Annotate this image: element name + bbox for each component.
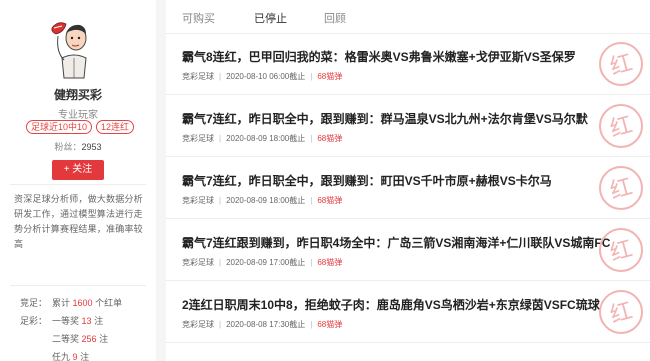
article-deadline: 2020-08-09 18:00截止 <box>226 134 306 143</box>
article-item[interactable]: 霸气7连红，昨日职全中，跟到赚到：町田VS千叶市原+赫根VS卡尔马 竞彩足球 | 2… <box>166 159 650 219</box>
article-deadline: 2020-08-10 06:00截止 <box>226 72 306 81</box>
fans-count: 粉丝：2953 <box>0 140 156 153</box>
stat-value: 二等奖 256 注 <box>52 330 108 348</box>
tab-review[interactable]: 回顾 <box>324 10 346 26</box>
red-stamp-icon: 红 <box>599 104 643 148</box>
article-title[interactable]: 霸气7连红，昨日职全中，跟到赚到：町田VS千叶市原+赫根VS卡尔马 <box>182 172 642 189</box>
tab-bar: 可购买 已停止 回顾 <box>166 0 650 34</box>
badge-streak: 12连红 <box>96 120 135 134</box>
article-price: 68猫弹 <box>317 134 343 143</box>
article-category: 竞彩足球 <box>182 258 214 267</box>
user-title: 专业玩家 <box>58 110 98 121</box>
stat-prefix: 一等奖 <box>52 316 80 326</box>
stat-value: 一等奖 13 注 <box>52 312 103 330</box>
stat-number: 9 <box>72 352 78 361</box>
stat-value: 累计 1600 个红单 <box>52 294 122 312</box>
user-intro: 资深足球分析师，做大数据分析研发工作，通过模型算法进行走势分析计算赛程结果，准确… <box>14 194 143 249</box>
article-item[interactable]: 2连红日职周末10中8，拒绝蚊子肉：鹿岛鹿角VS鸟栖沙岩+东京绿茵VSFC琉球 … <box>166 283 650 343</box>
profile-panel: 健翔买彩 专业玩家 足球近10中10 12连红 粉丝：2953 + 关注 资深足… <box>0 0 156 361</box>
fans-label: 粉丝： <box>54 142 82 152</box>
red-stamp-icon: 红 <box>599 42 643 86</box>
article-price: 68猫弹 <box>317 320 343 329</box>
article-meta: 竞彩足球 | 2020-08-09 18:00截止 | 68猫弹 <box>182 195 342 206</box>
avatar[interactable] <box>48 14 100 80</box>
stat-prefix: 二等奖 <box>52 334 80 344</box>
stat-value: 任九 9 注 <box>52 348 89 361</box>
article-price: 68猫弹 <box>317 72 343 81</box>
stat-suffix: 注 <box>80 352 90 361</box>
stat-number: 256 <box>81 334 97 344</box>
stat-label: 竞足： <box>20 298 48 308</box>
article-price: 68猫弹 <box>317 196 343 205</box>
article-item[interactable]: 霸气7连红跟到赚到，昨日职4场全中：广岛三箭VS湘南海洋+仁川联队VS城南FC … <box>166 221 650 281</box>
red-stamp-icon: 红 <box>599 166 643 210</box>
red-stamp-icon: 红 <box>599 228 643 272</box>
separator: | <box>219 196 222 205</box>
tab-stopped[interactable]: 已停止 <box>254 10 287 26</box>
svg-text:红: 红 <box>608 175 636 205</box>
article-category: 竞彩足球 <box>182 134 214 143</box>
separator: | <box>310 196 313 205</box>
divider <box>10 184 146 185</box>
article-item[interactable]: 霸气7连红，昨日职全中，跟到赚到：群马温泉VS北九州+法尔肯堡VS马尔默 竞彩足… <box>166 97 650 157</box>
stat-prefix: 任九 <box>52 352 71 361</box>
stat-suffix: 注 <box>99 334 109 344</box>
separator: | <box>310 72 313 81</box>
separator: | <box>219 258 222 267</box>
svg-text:红: 红 <box>608 113 636 143</box>
article-meta: 竞彩足球 | 2020-08-09 17:00截止 | 68猫弹 <box>182 257 342 268</box>
separator: | <box>219 320 222 329</box>
badge-group: 足球近10中10 12连红 <box>26 120 135 134</box>
article-price: 68猫弹 <box>317 258 343 267</box>
article-panel: 可购买 已停止 回顾 霸气8连红，巴甲回归我的菜：格雷米奥VS弗鲁米嫩塞+戈伊亚… <box>166 0 650 361</box>
fans-value: 2953 <box>81 142 102 152</box>
article-category: 竞彩足球 <box>182 196 214 205</box>
tab-available[interactable]: 可购买 <box>182 10 215 26</box>
stat-suffix: 个红单 <box>95 298 123 308</box>
stat-label: 足彩： <box>20 316 48 326</box>
article-deadline: 2020-08-09 18:00截止 <box>226 196 306 205</box>
article-category: 竞彩足球 <box>182 320 214 329</box>
divider <box>10 285 146 286</box>
article-item[interactable]: 霸气8连红，巴甲回归我的菜：格雷米奥VS弗鲁米嫩塞+戈伊亚斯VS圣保罗 竞彩足球… <box>166 35 650 95</box>
article-title[interactable]: 霸气7连红跟到赚到，昨日职4场全中：广岛三箭VS湘南海洋+仁川联队VS城南FC <box>182 234 642 251</box>
user-name: 健翔买彩 <box>53 88 102 102</box>
separator: | <box>310 258 313 267</box>
follow-button[interactable]: + 关注 <box>52 160 104 180</box>
article-title[interactable]: 2连红日职周末10中8，拒绝蚊子肉：鹿岛鹿角VS鸟栖沙岩+东京绿茵VSFC琉球 <box>182 296 642 313</box>
article-meta: 竞彩足球 | 2020-08-09 18:00截止 | 68猫弹 <box>182 133 342 144</box>
article-title[interactable]: 霸气7连红，昨日职全中，跟到赚到：群马温泉VS北九州+法尔肯堡VS马尔默 <box>182 110 642 127</box>
article-deadline: 2020-08-09 17:00截止 <box>226 258 306 267</box>
article-meta: 竞彩足球 | 2020-08-10 06:00截止 | 68猫弹 <box>182 71 342 82</box>
svg-text:红: 红 <box>608 51 636 81</box>
red-stamp-icon: 红 <box>599 290 643 334</box>
article-deadline: 2020-08-08 17:30截止 <box>226 320 306 329</box>
stat-prefix: 累计 <box>52 298 71 308</box>
stat-suffix: 注 <box>94 316 104 326</box>
svg-text:红: 红 <box>608 237 636 267</box>
stat-number: 13 <box>81 316 92 326</box>
separator: | <box>310 134 313 143</box>
badge-record: 足球近10中10 <box>26 120 93 134</box>
article-category: 竞彩足球 <box>182 72 214 81</box>
article-title[interactable]: 霸气8连红，巴甲回归我的菜：格雷米奥VS弗鲁米嫩塞+戈伊亚斯VS圣保罗 <box>182 48 642 65</box>
separator: | <box>310 320 313 329</box>
article-meta: 竞彩足球 | 2020-08-08 17:30截止 | 68猫弹 <box>182 319 342 330</box>
separator: | <box>219 134 222 143</box>
separator: | <box>219 72 222 81</box>
svg-text:红: 红 <box>608 299 636 329</box>
stat-number: 1600 <box>72 298 93 308</box>
